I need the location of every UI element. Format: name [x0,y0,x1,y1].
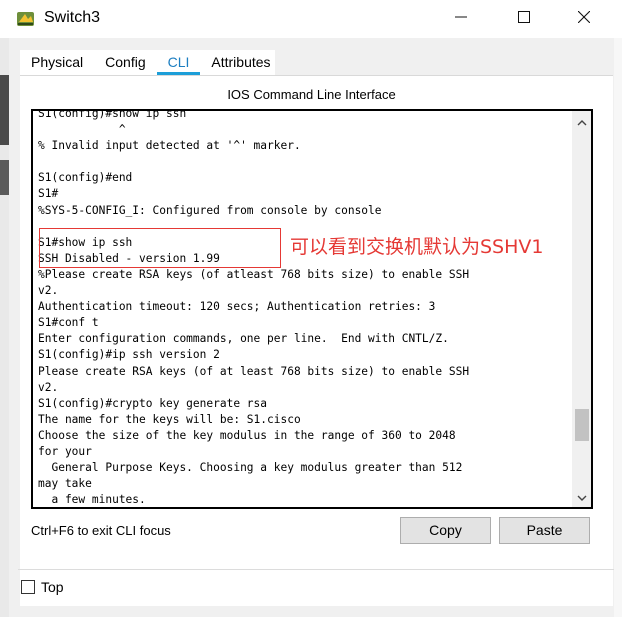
maximize-button[interactable] [501,0,547,38]
window-title: Switch3 [44,9,101,26]
divider [18,569,614,570]
copy-button[interactable]: Copy [400,517,491,544]
scroll-down-button[interactable] [572,488,591,505]
tab-bar: Physical Config CLI Attributes [20,50,282,75]
paste-button[interactable]: Paste [499,517,590,544]
desktop-background-right [614,38,622,617]
top-checkbox[interactable] [21,580,35,594]
close-button[interactable] [561,0,607,38]
scroll-thumb[interactable] [575,409,589,441]
desktop-background-sliver [0,75,9,145]
desktop-background-sliver [0,160,9,195]
tab-attributes[interactable]: Attributes [200,50,281,75]
title-bar: Switch3 [0,0,622,38]
window-body: Physical Config CLI Attributes IOS Comma… [9,38,614,608]
cli-scrollbar[interactable] [572,111,591,507]
minimize-icon [455,10,467,28]
scroll-up-button[interactable] [572,113,591,130]
tab-cli[interactable]: CLI [156,50,201,75]
maximize-icon [518,10,530,28]
cli-focus-hint: Ctrl+F6 to exit CLI focus [31,523,171,538]
tab-config[interactable]: Config [94,50,156,75]
panel-title: IOS Command Line Interface [227,87,396,102]
chevron-up-icon [577,113,587,131]
close-icon [577,10,591,28]
packet-tracer-switch-icon [16,10,36,28]
cli-terminal[interactable]: S1(config)#show ip ssh ^ % Invalid input… [31,109,593,509]
tab-physical[interactable]: Physical [20,50,94,75]
cli-output[interactable]: S1(config)#show ip ssh ^ % Invalid input… [38,111,568,507]
chevron-down-icon [577,488,587,506]
top-checkbox-label: Top [41,579,64,595]
annotation-text: 可以看到交换机默认为SSHV1 [290,236,544,258]
annotation-highlight-box [39,228,281,268]
minimize-button[interactable] [438,0,484,38]
